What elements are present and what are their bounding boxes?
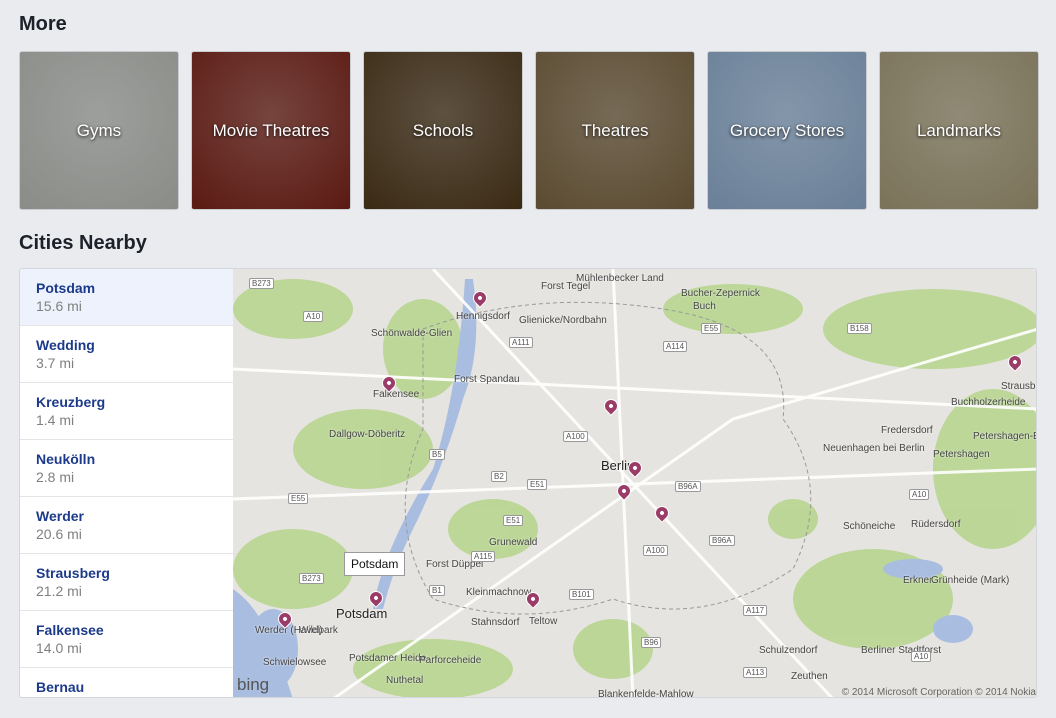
road-shield: A113	[743, 667, 768, 678]
map-place-label: Petershagen	[933, 449, 990, 460]
map-place-label: Teltow	[529, 616, 558, 627]
map-place-label: Potsdamer Heide	[349, 653, 427, 664]
map-place-label: Buchholzerheide	[951, 397, 1026, 408]
road-shield: A100	[563, 431, 588, 442]
road-shield: E51	[503, 515, 524, 526]
city-item[interactable]: Neukölln 2.8 mi	[20, 440, 233, 497]
map-place-label: Rüdersdorf	[911, 519, 961, 530]
road-shield: B273	[249, 278, 274, 289]
road-shield: E55	[701, 323, 722, 334]
road-shield: A10	[909, 489, 930, 500]
map-place-label: Potsdam	[336, 606, 388, 621]
map-place-label: Nuthetal	[386, 675, 424, 686]
city-item[interactable]: Potsdam 15.6 mi	[20, 269, 233, 326]
city-item[interactable]: Strausberg 21.2 mi	[20, 554, 233, 611]
road-shield: A10	[303, 311, 324, 322]
map-tooltip: Potsdam	[344, 552, 406, 576]
road-shield: B1	[429, 585, 445, 596]
tile-gyms[interactable]: Gyms	[19, 51, 179, 210]
map-place-label: Falkensee	[373, 389, 420, 400]
road-shield: B5	[429, 449, 445, 460]
road-shield: A111	[509, 337, 533, 348]
map-place-label: Blankenfelde-Mahlow	[598, 689, 694, 698]
tile-movie-theatres[interactable]: Movie Theatres	[191, 51, 351, 210]
map-place-label: Erkner	[903, 575, 933, 586]
road-shield: A115	[471, 551, 496, 562]
map-place-label: Strausberg	[1001, 381, 1036, 392]
city-name: Falkensee	[36, 622, 104, 638]
road-shield: B273	[299, 573, 324, 584]
city-distance: 14.0 mi	[36, 640, 82, 656]
bing-logo: bing	[237, 675, 270, 694]
city-distance: 21.2 mi	[36, 583, 82, 599]
map-place-label: Schulzendorf	[759, 645, 818, 656]
road-shield: A114	[663, 341, 688, 352]
city-name: Potsdam	[36, 280, 96, 296]
city-item[interactable]: Kreuzberg 1.4 mi	[20, 383, 233, 440]
map-place-label: Stahnsdorf	[471, 617, 520, 628]
map-place-label: Grünheide (Mark)	[931, 575, 1010, 586]
city-name: Werder	[36, 508, 84, 524]
map-place-label: Zeuthen	[791, 671, 828, 682]
city-distance: 2.8 mi	[36, 469, 75, 485]
road-shield: A10	[911, 651, 932, 662]
road-shield: B96	[641, 637, 662, 648]
map-place-label: Schönwalde-Glien	[371, 328, 453, 339]
map-background	[233, 269, 1036, 697]
road-shield: E55	[288, 493, 309, 504]
category-tiles: Gyms Movie Theatres Schools Theatres Gro…	[19, 51, 1039, 210]
map-place-label: Kleinmachnow	[466, 587, 532, 598]
road-shield: E51	[527, 479, 548, 490]
city-distance: 20.6 mi	[36, 526, 82, 542]
map-place-label: Forst Spandau	[454, 374, 520, 385]
city-item[interactable]: Werder 20.6 mi	[20, 497, 233, 554]
city-item[interactable]: Bernau	[20, 668, 233, 697]
road-shield: B2	[491, 471, 507, 482]
map-place-label: Petershagen-E	[973, 431, 1037, 442]
tile-landmarks[interactable]: Landmarks	[879, 51, 1039, 210]
map-place-label: Buch	[693, 301, 716, 312]
map-place-label: Grunewald	[489, 537, 538, 548]
road-shield: A100	[643, 545, 668, 556]
map-place-label: Dallgow-Döberitz	[329, 429, 406, 440]
city-item[interactable]: Falkensee 14.0 mi	[20, 611, 233, 668]
cities-nearby-heading: Cities Nearby	[19, 232, 147, 254]
road-shield: B101	[569, 589, 594, 600]
city-distance: 1.4 mi	[36, 412, 75, 428]
city-name: Strausberg	[36, 565, 110, 581]
city-name: Bernau	[36, 679, 85, 695]
road-shield: A117	[743, 605, 768, 616]
map[interactable]: Potsdam bing © 2014 Microsoft Corporatio…	[233, 269, 1037, 698]
road-shield: B158	[847, 323, 872, 334]
map-place-label: Neuenhagen bei Berlin	[823, 443, 925, 454]
city-name: Kreuzberg	[36, 394, 106, 410]
map-place-label: Schöneiche	[843, 521, 896, 532]
tile-grocery-stores[interactable]: Grocery Stores	[707, 51, 867, 210]
tile-schools[interactable]: Schools	[363, 51, 523, 210]
map-place-label: Glienicke/Nordbahn	[519, 315, 607, 326]
map-place-label: Hennigsdorf	[456, 311, 510, 322]
road-shield: B96A	[709, 535, 735, 546]
city-name: Neukölln	[36, 451, 96, 467]
map-place-label: Werder (Havel)	[255, 625, 323, 636]
more-heading: More	[19, 13, 67, 35]
city-distance: 3.7 mi	[36, 355, 75, 371]
map-place-label: Parforceheide	[419, 655, 482, 666]
map-place-label: Bucher-Zepernick	[681, 288, 760, 299]
map-copyright: © 2014 Microsoft Corporation © 2014 Noki…	[841, 687, 1036, 698]
cities-panel: Potsdam 15.6 mi Wedding 3.7 mi Kreuzberg 1.4 …	[19, 268, 1037, 698]
city-list[interactable]: Potsdam 15.6 mi Wedding 3.7 mi Kreuzberg 1.4 …	[20, 269, 233, 697]
tile-theatres[interactable]: Theatres	[535, 51, 695, 210]
map-place-label: Schwielowsee	[263, 657, 327, 668]
city-distance: 15.6 mi	[36, 298, 82, 314]
map-place-label: Fredersdorf	[881, 425, 933, 436]
road-shield: B96A	[675, 481, 701, 492]
city-item[interactable]: Wedding 3.7 mi	[20, 326, 233, 383]
map-place-label: Forst Tegel	[541, 281, 591, 292]
city-name: Wedding	[36, 337, 95, 353]
